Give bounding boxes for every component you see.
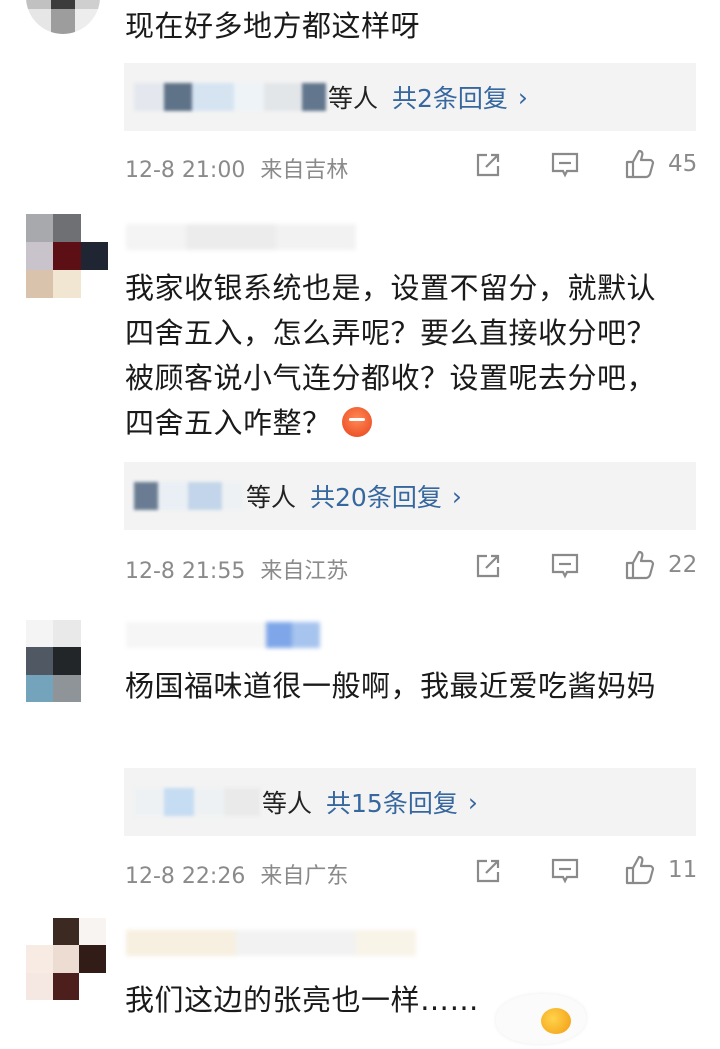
avatar[interactable] [26, 620, 108, 702]
reply-count-link[interactable]: 共15条回复 [326, 784, 458, 820]
share-icon [476, 153, 500, 177]
comment-location: 来自广东 [260, 864, 349, 889]
comment-location: 来自江苏 [260, 559, 349, 584]
egg-yolk [541, 1008, 571, 1034]
like-button[interactable]: 11 [624, 854, 697, 886]
reply-usernames [134, 788, 260, 816]
like-button[interactable]: 45 [624, 148, 697, 180]
like-icon [625, 550, 655, 580]
reply-suffix: 等人 [328, 84, 379, 113]
chevron-right-icon: › [451, 481, 462, 511]
comment-text: 我家收银系统也是，设置不留分，就默认四舍五入，怎么弄呢？要么直接收分吧？被顾客说… [125, 271, 657, 440]
angry-emoji-icon [341, 407, 372, 437]
comment-icon [551, 553, 579, 579]
comment-meta: 12-8 22:26 来自广东 [125, 858, 348, 890]
comment-button[interactable] [550, 151, 580, 179]
like-count: 22 [668, 552, 698, 578]
username[interactable] [126, 622, 320, 648]
like-icon [625, 149, 655, 179]
comment-button[interactable] [550, 552, 580, 580]
avatar[interactable] [26, 214, 108, 298]
like-count: 11 [668, 857, 698, 883]
like-button[interactable]: 22 [624, 549, 697, 581]
reply-preview[interactable]: 等人 共15条回复 › [124, 768, 696, 836]
comment-time: 12-8 21:00 [125, 158, 246, 183]
comment-meta: 12-8 21:00 来自吉林 [125, 152, 348, 184]
comment-icon [551, 152, 579, 178]
share-icon [476, 554, 500, 578]
comment-text: 现在好多地方都这样呀 [125, 9, 421, 43]
avatar[interactable] [26, 0, 100, 34]
reply-count-link[interactable]: 共20条回复 [310, 478, 442, 514]
username[interactable] [126, 930, 416, 956]
like-icon [625, 855, 655, 885]
reply-usernames [134, 83, 326, 111]
share-button[interactable] [474, 151, 502, 179]
share-button[interactable] [474, 552, 502, 580]
reply-preview[interactable]: 等人 共20条回复 › [124, 462, 696, 530]
comment-text: 杨国福味道很一般啊，我最近爱吃酱妈妈 [125, 669, 657, 703]
share-icon [476, 859, 500, 883]
avatar[interactable] [26, 918, 106, 1000]
comment-time: 12-8 21:55 [125, 559, 246, 584]
comment-icon [551, 858, 579, 884]
reply-suffix: 等人 [246, 483, 297, 512]
like-count: 45 [668, 151, 698, 177]
chevron-right-icon: › [467, 787, 478, 817]
chevron-right-icon: › [517, 82, 528, 112]
share-button[interactable] [474, 857, 502, 885]
reply-count-link[interactable]: 共2条回复 [392, 79, 508, 115]
comment-button[interactable] [550, 857, 580, 885]
reply-suffix: 等人 [262, 789, 313, 818]
comment-text: 我们这边的张亮也一样…… [125, 983, 480, 1017]
reply-preview[interactable]: 等人 共2条回复 › [124, 63, 696, 131]
comment-time: 12-8 22:26 [125, 864, 246, 889]
username[interactable] [126, 224, 356, 250]
reply-usernames [134, 482, 244, 510]
comment-location: 来自吉林 [260, 158, 349, 183]
comment-meta: 12-8 21:55 来自江苏 [125, 553, 348, 585]
